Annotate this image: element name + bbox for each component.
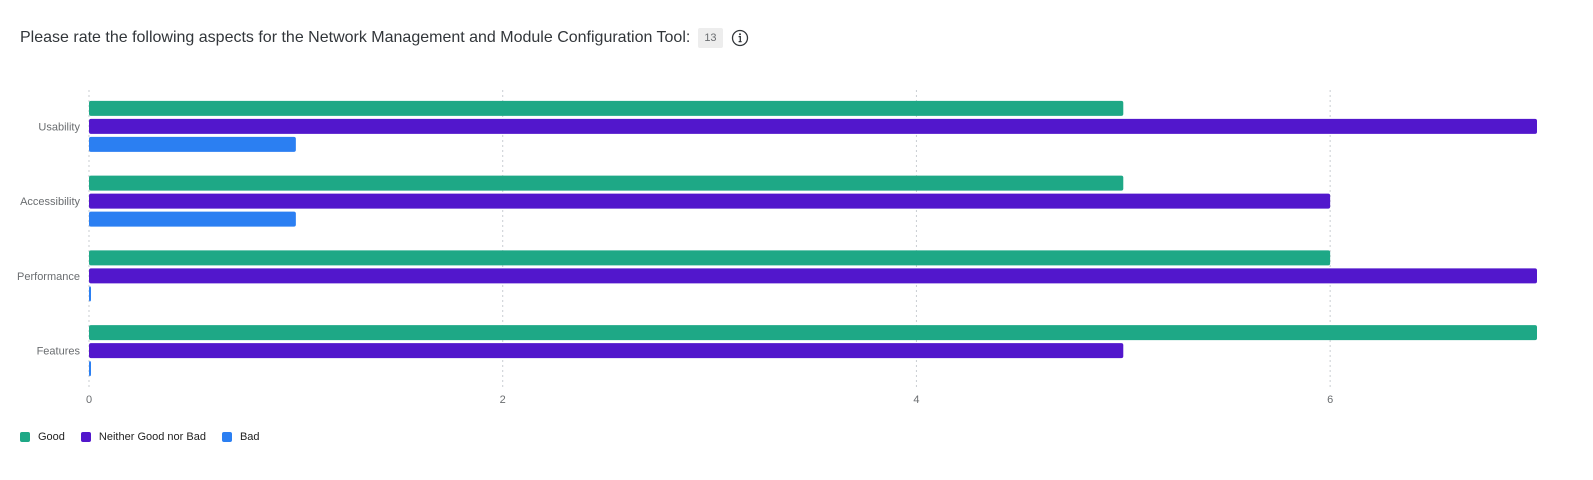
legend-label: Good: [38, 431, 65, 443]
y-category-label: Features: [37, 346, 81, 358]
legend-label: Neither Good nor Bad: [98, 431, 206, 443]
bar-accessibility-good: [89, 175, 1124, 191]
bar-features-good: [89, 325, 1537, 341]
legend-item-good[interactable]: Good: [20, 431, 65, 443]
x-tick-label: 0: [86, 394, 92, 406]
y-category-label: Usability: [38, 121, 80, 133]
legend-swatch: [221, 432, 232, 442]
legend-item-neither-good-nor-bad[interactable]: Neither Good nor Bad: [80, 431, 206, 443]
legend-label: Bad: [239, 431, 260, 443]
legend-item-bad[interactable]: Bad: [221, 431, 260, 443]
bar-performance-neither-good-nor-bad: [89, 268, 1537, 284]
x-tick-label: 6: [1327, 394, 1333, 406]
y-category-label: Performance: [17, 271, 80, 283]
bar-usability-neither-good-nor-bad: [89, 118, 1537, 134]
legend-swatch: [80, 432, 91, 442]
x-tick-label: 2: [500, 394, 506, 406]
bar-accessibility-bad: [89, 211, 296, 227]
bar-usability-good: [89, 100, 1124, 116]
bar-performance-bad: [89, 286, 91, 302]
bar-features-bad: [89, 361, 91, 377]
bar-features-neither-good-nor-bad: [89, 343, 1124, 359]
bar-performance-good: [89, 250, 1331, 266]
legend-swatch: [20, 432, 30, 442]
bar-usability-bad: [89, 136, 296, 152]
x-tick-label: 4: [913, 394, 919, 406]
y-category-label: Accessibility: [20, 196, 80, 208]
bar-chart: 0 2 4 6 Usability Accessibility Performance Fea…: [17, 90, 1537, 406]
chart-legend: Good Neither Good nor Bad Bad: [20, 431, 260, 443]
bar-accessibility-neither-good-nor-bad: [89, 193, 1331, 209]
